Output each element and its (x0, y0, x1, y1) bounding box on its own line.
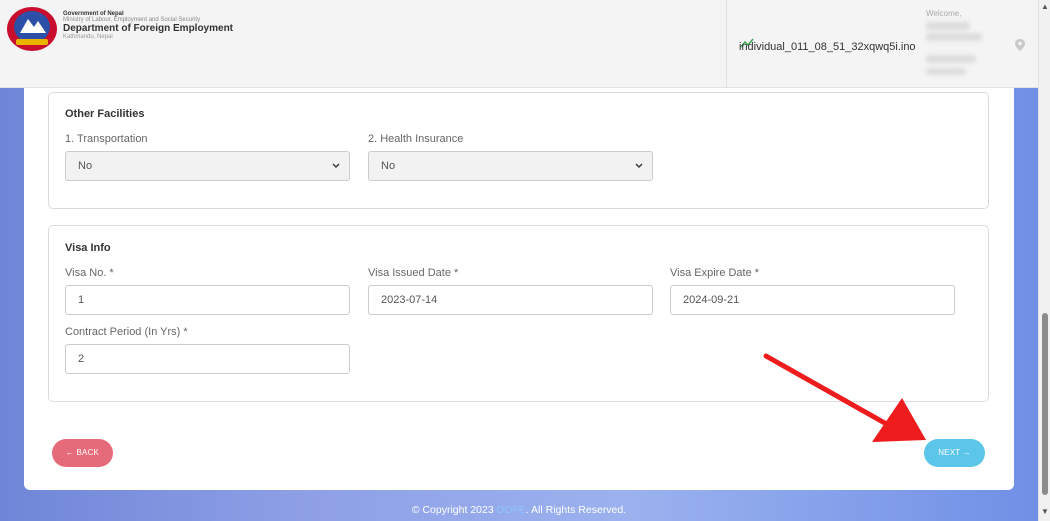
other-facilities-title: Other Facilities (65, 108, 145, 120)
transportation-label: 1. Transportation (65, 133, 148, 145)
scroll-up-icon[interactable]: ▲ (1041, 2, 1049, 11)
government-title: Government of Nepal Ministry of Labour, … (63, 11, 233, 40)
chevron-down-icon (635, 163, 643, 168)
visa-expire-date-label: Visa Expire Date * (670, 267, 760, 279)
redacted-info (926, 55, 976, 63)
visa-no-input[interactable]: 1 (65, 285, 350, 315)
contract-period-label: Contract Period (In Yrs) * (65, 326, 188, 338)
next-button[interactable]: NEXT → (924, 439, 985, 467)
site-header: Government of Nepal Ministry of Labour, … (0, 0, 1038, 88)
department-name: Department of Foreign Employment (63, 22, 234, 34)
visa-no-label: Visa No. * (65, 267, 114, 279)
redacted-info (926, 33, 982, 41)
location-pin-icon[interactable] (1014, 38, 1026, 52)
redacted-name (926, 22, 970, 30)
page-scrollbar[interactable]: ▲ ▼ (1038, 0, 1050, 521)
visa-issued-date-label: Visa Issued Date * (368, 267, 459, 279)
scrollbar-thumb[interactable] (1042, 313, 1048, 495)
header-divider (726, 0, 727, 88)
redacted-info (926, 68, 966, 75)
welcome-text: Welcome, (926, 9, 962, 18)
transportation-select[interactable]: No (65, 151, 350, 181)
visa-expire-date-input[interactable]: 2024-09-21 (670, 285, 955, 315)
scroll-down-icon[interactable]: ▼ (1041, 507, 1049, 516)
visa-info-title: Visa Info (65, 242, 111, 254)
username-text[interactable]: individual_011_08_51_32xqwq5i.ino (739, 41, 916, 53)
chevron-down-icon (332, 163, 340, 168)
back-button[interactable]: ← BACK (52, 439, 113, 467)
visa-issued-date-input[interactable]: 2023-07-14 (368, 285, 653, 315)
copyright-suffix: . All Rights Reserved. (525, 504, 627, 516)
transportation-value: No (78, 160, 93, 172)
other-facilities-panel: Other Facilities 1. Transportation No 2.… (48, 92, 989, 209)
copyright-footer: © Copyright 2023 DOFE. All Rights Reserv… (0, 504, 1038, 516)
health-insurance-value: No (381, 160, 396, 172)
nepal-emblem-logo (7, 7, 57, 51)
health-insurance-label: 2. Health Insurance (368, 133, 464, 145)
annotation-arrow-icon (763, 353, 926, 442)
dofe-link[interactable]: DOFE (497, 504, 526, 516)
copyright-prefix: © Copyright 2023 (411, 504, 497, 516)
contract-period-input[interactable]: 2 (65, 344, 350, 374)
health-insurance-select[interactable]: No (368, 151, 653, 181)
location-text: Kathmandu, Nepal (63, 34, 113, 41)
